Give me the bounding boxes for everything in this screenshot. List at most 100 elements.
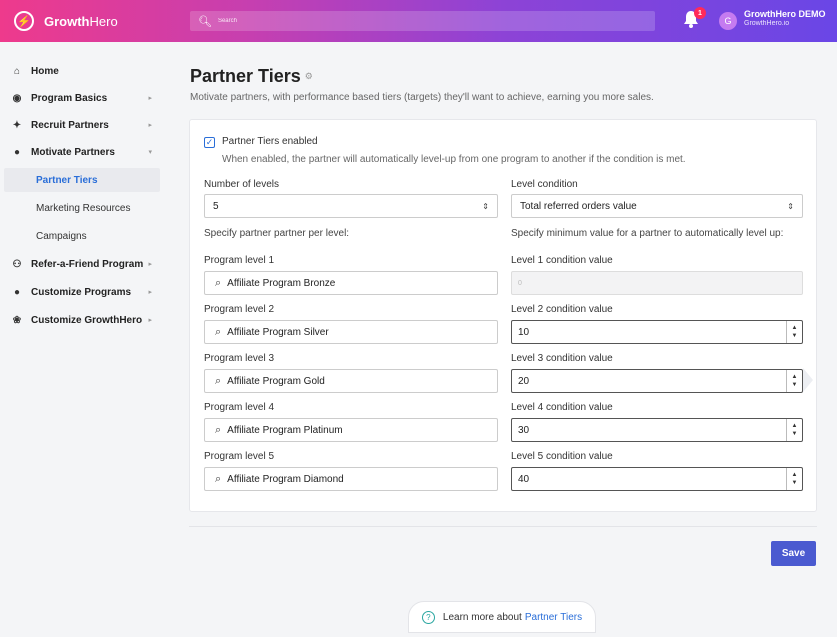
sidebar-item-customize-growthhero[interactable]: ❀ Customize GrowthHero ▸ bbox=[0, 308, 166, 332]
spin-down-icon[interactable]: ▼ bbox=[792, 381, 798, 389]
condition-value-input[interactable]: 40 ▲ ▼ bbox=[511, 467, 803, 491]
sidebar-item-refer-a-friend[interactable]: ⚇ Refer-a-Friend Program ▸ bbox=[0, 252, 166, 276]
sidebar-subitem-partner-tiers[interactable]: Partner Tiers bbox=[4, 168, 160, 192]
spin-down-icon[interactable]: ▼ bbox=[792, 430, 798, 438]
program-level-value: Affiliate Program Gold bbox=[227, 375, 325, 387]
spin-up-icon[interactable]: ▲ bbox=[792, 422, 798, 430]
sidebar-subitem-marketing-resources[interactable]: Marketing Resources bbox=[4, 196, 160, 220]
levels-select[interactable]: 5 ⇕ bbox=[204, 194, 498, 218]
learn-more-panel[interactable]: ? Learn more about Partner Tiers bbox=[408, 601, 596, 633]
search-icon: ⌕ bbox=[215, 472, 222, 485]
learn-more-text: Learn more about bbox=[442, 611, 522, 623]
search-icon: ⌕ bbox=[215, 423, 222, 436]
condition-value-input[interactable]: 10 ▲ ▼ bbox=[511, 320, 803, 344]
search-input[interactable] bbox=[217, 18, 618, 24]
scroll-hint-arrow-icon bbox=[803, 368, 813, 392]
sidebar-item-label: Program Basics bbox=[31, 92, 108, 104]
page-subtitle: Motivate partners, with performance base… bbox=[190, 92, 654, 103]
handshake-icon: ✦ bbox=[12, 119, 22, 131]
program-level-label: Program level 4 bbox=[204, 402, 275, 413]
chevron-right-icon: ▸ bbox=[148, 261, 152, 268]
notification-badge: 1 bbox=[694, 7, 706, 19]
number-spinner[interactable]: ▲ ▼ bbox=[786, 321, 802, 343]
condition-value-input[interactable]: 20 ▲ ▼ bbox=[511, 369, 803, 393]
sidebar-item-recruit-partners[interactable]: ✦ Recruit Partners ▸ bbox=[0, 113, 166, 137]
tiers-card: ✓ Partner Tiers enabled When enabled, th… bbox=[189, 119, 817, 512]
sidebar-item-program-basics[interactable]: ◉ Program Basics ▸ bbox=[0, 86, 166, 110]
number-spinner[interactable]: ▲ ▼ bbox=[786, 370, 802, 392]
spin-down-icon[interactable]: ▼ bbox=[792, 332, 798, 340]
user-domain: GrowthHero.io bbox=[744, 20, 790, 27]
program-level-value: Affiliate Program Bronze bbox=[227, 277, 336, 289]
user-menu[interactable]: GrowthHero DEMO GrowthHero.io bbox=[744, 9, 826, 27]
program-level-label: Program level 3 bbox=[204, 353, 275, 364]
levels-label: Number of levels bbox=[204, 179, 280, 190]
search-bar[interactable]: 🔍︎ bbox=[190, 11, 655, 31]
number-spinner[interactable]: ▲ ▼ bbox=[786, 419, 802, 441]
enabled-hint: When enabled, the partner will automatic… bbox=[222, 154, 686, 165]
program-level-label: Program level 2 bbox=[204, 304, 275, 315]
sidebar-item-customize-programs[interactable]: ● Customize Programs ▸ bbox=[0, 280, 166, 304]
condition-label: Level condition bbox=[511, 179, 578, 190]
search-icon: ⌕ bbox=[215, 325, 222, 338]
program-level-label: Program level 5 bbox=[204, 451, 275, 462]
user-name: GrowthHero DEMO bbox=[744, 9, 826, 19]
sidebar-subitem-campaigns[interactable]: Campaigns bbox=[4, 224, 160, 248]
program-level-input[interactable]: ⌕ Affiliate Program Diamond bbox=[204, 467, 498, 491]
search-icon: ⌕ bbox=[215, 374, 222, 387]
condition-value-input-disabled: 0 bbox=[511, 271, 803, 295]
program-level-input[interactable]: ⌕ Affiliate Program Gold bbox=[204, 369, 498, 393]
toggle-icon: ● bbox=[13, 286, 21, 298]
question-icon: ? bbox=[421, 610, 435, 624]
program-level-value: Affiliate Program Platinum bbox=[227, 424, 343, 436]
number-spinner[interactable]: ▲ ▼ bbox=[786, 468, 802, 490]
sidebar-item-motivate-partners[interactable]: ● Motivate Partners ▾ bbox=[0, 140, 166, 164]
program-level-value: Affiliate Program Diamond bbox=[227, 473, 344, 485]
divider bbox=[189, 526, 817, 527]
program-level-input[interactable]: ⌕ Affiliate Program Silver bbox=[204, 320, 498, 344]
left-hint: Specify partner partner per level: bbox=[204, 228, 350, 239]
enabled-checkbox[interactable]: ✓ bbox=[204, 137, 215, 148]
dollar-circle-icon: ● bbox=[13, 146, 21, 158]
program-level-input[interactable]: ⌕ Affiliate Program Platinum bbox=[204, 418, 498, 442]
chevron-right-icon: ▸ bbox=[148, 317, 152, 324]
search-icon: 🔍︎ bbox=[198, 15, 212, 28]
program-level-input[interactable]: ⌕ Affiliate Program Bronze bbox=[204, 271, 498, 295]
sidebar-item-label: Customize Programs bbox=[31, 286, 132, 298]
chevron-right-icon: ▸ bbox=[148, 122, 152, 129]
condition-select[interactable]: Total referred orders value ⇕ bbox=[511, 194, 803, 218]
sidebar-item-label: Refer-a-Friend Program bbox=[31, 258, 144, 270]
sidebar-item-home[interactable]: ⌂ Home bbox=[0, 59, 166, 83]
brand[interactable]: ⚡ Growth Hero bbox=[0, 11, 188, 31]
condition-value: 10 bbox=[518, 326, 530, 338]
home-icon: ⌂ bbox=[13, 65, 21, 77]
spin-down-icon[interactable]: ▼ bbox=[792, 479, 798, 487]
brand-name-strong: Growth bbox=[44, 13, 90, 29]
growthhero-logo-icon: ⚡ bbox=[14, 11, 34, 31]
save-button[interactable]: Save bbox=[771, 541, 816, 566]
page-title: Partner Tiers ⚙ bbox=[190, 66, 313, 87]
select-arrows-icon: ⇕ bbox=[787, 201, 794, 211]
brand-name-light: Hero bbox=[89, 13, 118, 29]
top-bar: ⚡ GrowthHero 🔍︎ 1 G GrowthHero DEMO Grow… bbox=[0, 0, 837, 42]
sidebar-item-label: Customize GrowthHero bbox=[31, 314, 143, 326]
condition-value-label: Level 2 condition value bbox=[511, 304, 613, 315]
condition-value-label: Level 1 condition value bbox=[511, 255, 613, 266]
spin-up-icon[interactable]: ▲ bbox=[792, 373, 798, 381]
palette-icon: ❀ bbox=[12, 314, 22, 326]
avatar[interactable]: G bbox=[719, 12, 737, 30]
select-arrows-icon: ⇕ bbox=[482, 201, 489, 211]
spin-up-icon[interactable]: ▲ bbox=[792, 471, 798, 479]
right-hint: Specify minimum value for a partner to a… bbox=[511, 228, 784, 239]
condition-value-input[interactable]: 30 ▲ ▼ bbox=[511, 418, 803, 442]
condition-value-label: Level 4 condition value bbox=[511, 402, 613, 413]
chevron-right-icon: ▸ bbox=[148, 289, 152, 296]
condition-value: 30 bbox=[518, 424, 530, 436]
chevron-right-icon: ▸ bbox=[148, 95, 152, 102]
sidebar-item-label: Home bbox=[31, 65, 59, 77]
learn-more-link[interactable]: Partner Tiers bbox=[525, 612, 582, 623]
sidebar-item-label: Recruit Partners bbox=[31, 119, 109, 131]
condition-value-label: Level 3 condition value bbox=[511, 353, 613, 364]
spin-up-icon[interactable]: ▲ bbox=[792, 324, 798, 332]
help-icon[interactable]: ⚙ bbox=[305, 71, 313, 82]
